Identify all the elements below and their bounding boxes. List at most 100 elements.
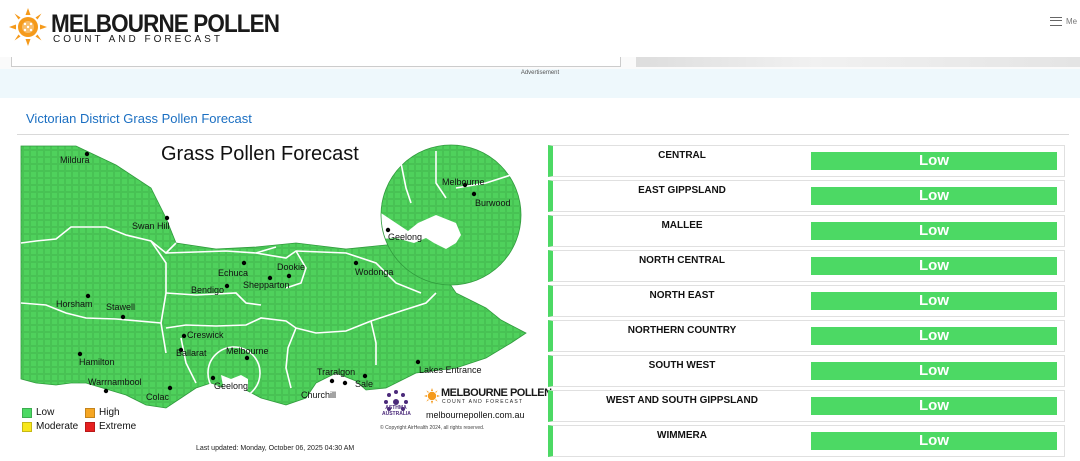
site-url: melbournepollen.com.au [426,410,525,420]
banner-image-right [636,57,1080,67]
town-dot [286,273,292,279]
town-label-wodonga: Wodonga [355,267,394,277]
district-name: NORTHERN COUNTRY [627,325,737,336]
town-dot [329,378,335,384]
town-dot [362,373,368,379]
district-row-north-central[interactable]: NORTH CENTRAL Low [548,250,1065,282]
town-label-creswick: Creswick [187,330,224,340]
district-name: EAST GIPPSLAND [638,185,726,196]
town-dot [120,314,126,320]
district-name: SOUTH WEST [648,360,716,371]
town-dot [77,351,83,357]
section-divider [17,134,1069,135]
town-label-churchill: Churchill [301,390,337,400]
advertisement-label: Advertisement [520,70,560,76]
district-row-mallee[interactable]: MALLEE Low [548,215,1065,247]
district-name: NORTH CENTRAL [638,255,726,266]
district-level-badge: Low [811,152,1057,170]
town-dot [164,215,170,221]
district-name: CENTRAL [658,150,706,161]
town-label-geelong: Geelong [214,381,249,391]
town-dot [85,293,91,299]
district-name: MALLEE [661,220,703,231]
legend-swatch-low [22,407,32,418]
town-dot [181,333,187,339]
district-row-northern-country[interactable]: NORTHERN COUNTRY Low [548,320,1065,352]
legend-label-moderate: Moderate [36,421,79,432]
district-row-wimmera[interactable]: WIMMERA Low [548,425,1065,457]
district-level-badge: Low [811,222,1057,240]
sun-logo-small-icon [424,388,440,404]
district-row-east-gippsland[interactable]: EAST GIPPSLAND Low [548,180,1065,212]
brand-logo-small: MELBOURNE POLLEN COUNT AND FORECAST [424,387,552,407]
district-level-badge: Low [811,292,1057,310]
legend-extreme: Extreme [85,421,136,432]
town-label-ballarat: Ballarat [176,348,207,358]
banner-panel-left [11,57,621,67]
district-level-badge: Low [811,397,1057,415]
district-name: WEST AND SOUTH GIPPSLAND [606,395,758,406]
legend-low: Low [22,407,54,418]
legend-label-low: Low [36,407,55,418]
sun-logo-icon [9,8,47,46]
town-label-warrnambool: Warrnambool [88,377,142,387]
inset-label-melbourne: Melbourne [442,177,485,187]
legend-swatch-high [85,407,95,418]
legend-label-extreme: Extreme [99,421,137,432]
map-title: Grass Pollen Forecast [161,143,359,165]
town-label-hamilton: Hamilton [79,357,115,367]
town-label-dookie: Dookie [277,262,306,272]
town-label-shepparton: Shepparton [243,280,290,290]
town-dot [415,359,421,365]
brand-title: MELBOURNE POLLEN [441,387,552,399]
town-dot [244,355,250,361]
district-level-badge: Low [811,432,1057,450]
inset-label-burwood: Burwood [475,198,511,208]
asthma-australia-text: ASTHMA AUSTRALIA [382,405,411,417]
legend-moderate: Moderate [22,421,78,432]
legend-swatch-extreme [85,421,95,432]
hamburger-icon [1050,16,1062,26]
town-label-horsham: Horsham [56,299,93,309]
town-label-mildura: Mildura [60,155,90,165]
legend-swatch-moderate [22,421,32,432]
brand-subtitle: COUNT AND FORECAST [442,399,524,405]
district-level-badge: Low [811,327,1057,345]
menu-label: Me [1066,16,1078,26]
town-label-traralgon: Traralgon [317,367,356,377]
town-dot [210,375,216,381]
district-name: WIMMERA [657,430,707,441]
town-label-lakes-entrance: Lakes Entrance [419,365,482,375]
town-dot [241,260,247,266]
site-logo[interactable]: MELBOURNE POLLEN COUNT AND FORECAST [9,8,280,48]
district-row-central[interactable]: CENTRAL Low [548,145,1065,177]
district-level-badge: Low [811,187,1057,205]
section-title: Victorian District Grass Pollen Forecast [26,111,252,126]
town-dot [342,380,348,386]
legend-high: High [85,407,120,418]
district-name: NORTH EAST [649,290,715,301]
town-label-bendigo: Bendigo [191,285,225,295]
district-row-south-west[interactable]: SOUTH WEST Low [548,355,1065,387]
district-level-badge: Low [811,257,1057,275]
town-label-colac: Colac [146,392,170,402]
town-label-echuca: Echuca [218,268,249,278]
town-label-sale: Sale [355,379,374,389]
town-label-stawell: Stawell [106,302,136,312]
town-dot [353,260,359,266]
town-label-melbourne: Melbourne [226,346,269,356]
town-label-swan-hill: Swan Hill [132,221,170,231]
copyright-text: © Copyright AirHealth 2024, all rights r… [380,425,485,431]
district-row-north-east[interactable]: NORTH EAST Low [548,285,1065,317]
legend-label-high: High [99,407,120,418]
town-dot [224,283,230,289]
menu-button[interactable]: Me [1050,14,1077,28]
town-dot [103,388,109,394]
inset-label-geelong: Geelong [388,232,423,242]
district-row-west-and-south-gippsland[interactable]: WEST AND SOUTH GIPPSLAND Low [548,390,1065,422]
town-dot [167,385,173,391]
logo-subtitle: COUNT AND FORECAST [53,34,223,45]
district-level-badge: Low [811,362,1057,380]
pollen-forecast-map: Grass Pollen Forecast Mildura Swan Hill … [16,143,552,461]
inset-town-dot [471,191,477,197]
